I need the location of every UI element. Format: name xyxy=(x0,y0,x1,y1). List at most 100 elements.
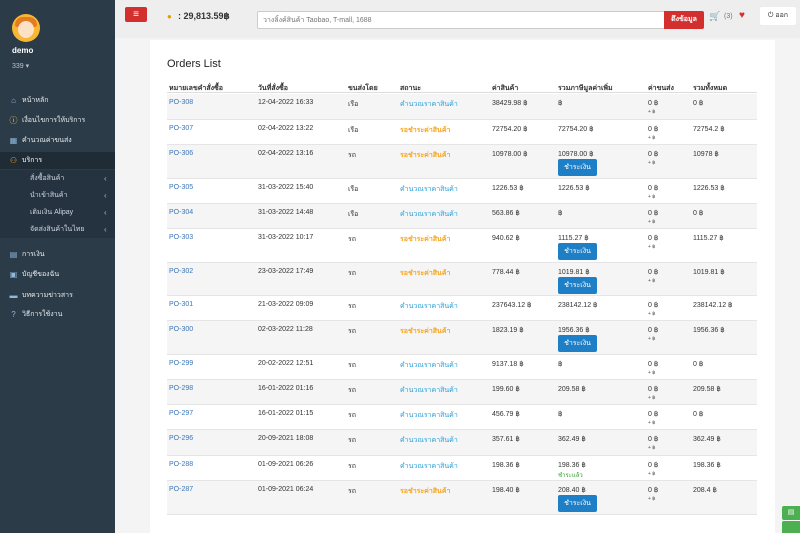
column-header[interactable]: ค่าสินค้า xyxy=(492,83,518,94)
column-header[interactable]: รวมทั้งหมด xyxy=(693,83,727,94)
cell-price: 563.86 ฿ xyxy=(492,210,520,217)
sidebar-item-1[interactable]: ⓘ เงื่อนไขการให้บริการ xyxy=(0,112,115,129)
cell-shipping: 0 ฿ xyxy=(648,126,659,133)
pay-button[interactable]: ชำระเงิน xyxy=(558,335,597,352)
sidebar-item-7[interactable]: ? วิธีการใช้งาน xyxy=(0,306,115,323)
shipping-extra: + ฿ xyxy=(648,244,656,250)
cell-vat: 362.49 ฿ xyxy=(558,436,586,443)
cell-total: 1115.27 ฿ xyxy=(693,235,724,242)
account-icon: ▣ xyxy=(9,270,18,279)
order-link[interactable]: PO-302 xyxy=(169,268,193,275)
order-link[interactable]: PO-306 xyxy=(169,150,193,157)
cell-total: 0 ฿ xyxy=(693,210,704,217)
cell-date: 31-03-2022 14:48 xyxy=(258,209,314,216)
cell-date: 01-09-2021 06:24 xyxy=(258,486,314,493)
cell-shipping: 0 ฿ xyxy=(648,361,659,368)
cell-vat: 238142.12 ฿ xyxy=(558,302,598,309)
chevron-left-icon: ‹ xyxy=(104,208,107,217)
cell-shipping: 0 ฿ xyxy=(648,269,659,276)
order-link[interactable]: PO-299 xyxy=(169,360,193,367)
sidebar-subitem-1[interactable]: นำเข้าสินค้า ‹ xyxy=(0,187,115,204)
cart-icon[interactable]: 🛒 xyxy=(709,11,720,22)
cell-date: 16-01-2022 01:16 xyxy=(258,385,314,392)
order-link[interactable]: PO-300 xyxy=(169,326,193,333)
status-badge: รอชำระค่าสินค้า xyxy=(400,488,451,495)
pay-button[interactable]: ชำระเงิน xyxy=(558,243,597,260)
column-header[interactable]: วันที่สั่งซื้อ xyxy=(258,83,288,94)
cell-shipping: 0 ฿ xyxy=(648,235,659,242)
order-link[interactable]: PO-307 xyxy=(169,125,193,132)
column-header[interactable]: ขนส่งโดย xyxy=(348,83,378,94)
cell-vat: 1226.53 ฿ xyxy=(558,185,590,192)
sidebar-item-5[interactable]: ▣ บัญชีของฉัน xyxy=(0,266,115,283)
cell-shipping: 0 ฿ xyxy=(648,302,659,309)
sidebar-subitem-label: จัดส่งสินค้าในไทย xyxy=(30,226,85,233)
cell-vat: ฿ xyxy=(558,100,563,107)
avatar[interactable] xyxy=(12,14,40,42)
order-link[interactable]: PO-297 xyxy=(169,410,193,417)
home-icon: ⌂ xyxy=(11,96,16,105)
chat-icon[interactable]: ▤ xyxy=(782,506,800,520)
table-row: PO-287 01-09-2021 06:24 รถ รอชำระค่าสินค้า 1… xyxy=(167,481,757,515)
chevron-left-icon: ‹ xyxy=(104,174,107,183)
user-code-dropdown[interactable]: 339 ▾ xyxy=(12,62,29,70)
order-link[interactable]: PO-304 xyxy=(169,209,193,216)
sidebar-subitem-label: เติมเงิน Alipay xyxy=(30,209,74,216)
cell-price: 237643.12 ฿ xyxy=(492,302,532,309)
topbar: ≡ ● : 29,813.59฿ ดึงข้อมูล 🛒 (3) ♥ ⏻ ออก xyxy=(115,0,800,38)
cell-total: 198.36 ฿ xyxy=(693,462,721,469)
order-link[interactable]: PO-305 xyxy=(169,184,193,191)
sidebar-subitem-0[interactable]: สั่งซื้อสินค้า ‹ xyxy=(0,170,115,187)
sidebar-item-0[interactable]: ⌂ หน้าหลัก xyxy=(0,92,115,109)
coin-icon: ● xyxy=(167,12,172,21)
status-badge: รอชำระค่าสินค้า xyxy=(400,152,451,159)
pay-button[interactable]: ชำระเงิน xyxy=(558,277,597,294)
help-icon: ? xyxy=(11,310,16,319)
sidebar-item-2[interactable]: ▦ คำนวณค่าขนส่ง xyxy=(0,132,115,149)
column-header[interactable]: หมายเลขคำสั่งซื้อ xyxy=(169,83,223,94)
sidebar-subitem-2[interactable]: เติมเงิน Alipay ‹ xyxy=(0,204,115,221)
table-row: PO-298 16-01-2022 01:16 รถ คำนวณราคาสินค้า 1… xyxy=(167,380,757,405)
menu-toggle-button[interactable]: ≡ xyxy=(125,7,147,22)
heart-icon[interactable]: ♥ xyxy=(739,10,745,21)
sidebar-subitem-3[interactable]: จัดส่งสินค้าในไทย ‹ xyxy=(0,221,115,238)
sidebar-item-4[interactable]: ▤ การเงิน xyxy=(0,246,115,263)
order-link[interactable]: PO-287 xyxy=(169,486,193,493)
fetch-data-button[interactable]: ดึงข้อมูล xyxy=(664,11,704,29)
news-icon: ▬ xyxy=(9,291,18,300)
pay-button[interactable]: ชำระเงิน xyxy=(558,495,597,512)
username: demo xyxy=(12,46,34,55)
pay-button[interactable]: ชำระเงิน xyxy=(558,159,597,176)
cell-ship: รถ xyxy=(348,270,356,277)
chevron-left-icon: ‹ xyxy=(104,225,107,234)
cell-price: 778.44 ฿ xyxy=(492,269,520,276)
order-link[interactable]: PO-298 xyxy=(169,385,193,392)
floating-button[interactable] xyxy=(782,521,800,533)
cell-shipping: 0 ฿ xyxy=(648,411,659,418)
cell-vat: ฿ xyxy=(558,361,563,368)
sidebar-item-3[interactable]: ⚇ บริการ xyxy=(0,152,115,169)
sidebar-item-6[interactable]: ▬ บทความข่าวสาร xyxy=(0,287,115,304)
product-link-input[interactable] xyxy=(257,11,665,29)
cell-ship: รถ xyxy=(348,152,356,159)
cell-price: 940.62 ฿ xyxy=(492,235,520,242)
order-link[interactable]: PO-301 xyxy=(169,301,193,308)
shipping-extra: + ฿ xyxy=(648,278,656,284)
order-link[interactable]: PO-308 xyxy=(169,99,193,106)
cell-ship: รถ xyxy=(348,303,356,310)
cell-total: 1226.53 ฿ xyxy=(693,185,725,192)
column-header[interactable]: รวมภาษีมูลค่าเพิ่ม xyxy=(558,83,613,94)
logout-button[interactable]: ⏻ ออก xyxy=(760,7,796,25)
cell-total: 362.49 ฿ xyxy=(693,436,721,443)
sidebar-subitem-label: นำเข้าสินค้า xyxy=(30,192,68,199)
cell-vat: 1956.36 ฿ xyxy=(558,327,590,334)
cart-count: (3) xyxy=(724,13,733,20)
column-header[interactable]: ค่าขนส่ง xyxy=(648,83,674,94)
order-link[interactable]: PO-296 xyxy=(169,435,193,442)
order-link[interactable]: PO-288 xyxy=(169,461,193,468)
sidebar-item-label: วิธีการใช้งาน xyxy=(22,311,63,318)
column-header[interactable]: สถานะ xyxy=(400,83,421,94)
status-badge: คำนวณราคาสินค้า xyxy=(400,437,458,444)
status-badge: รอชำระค่าสินค้า xyxy=(400,328,451,335)
order-link[interactable]: PO-303 xyxy=(169,234,193,241)
